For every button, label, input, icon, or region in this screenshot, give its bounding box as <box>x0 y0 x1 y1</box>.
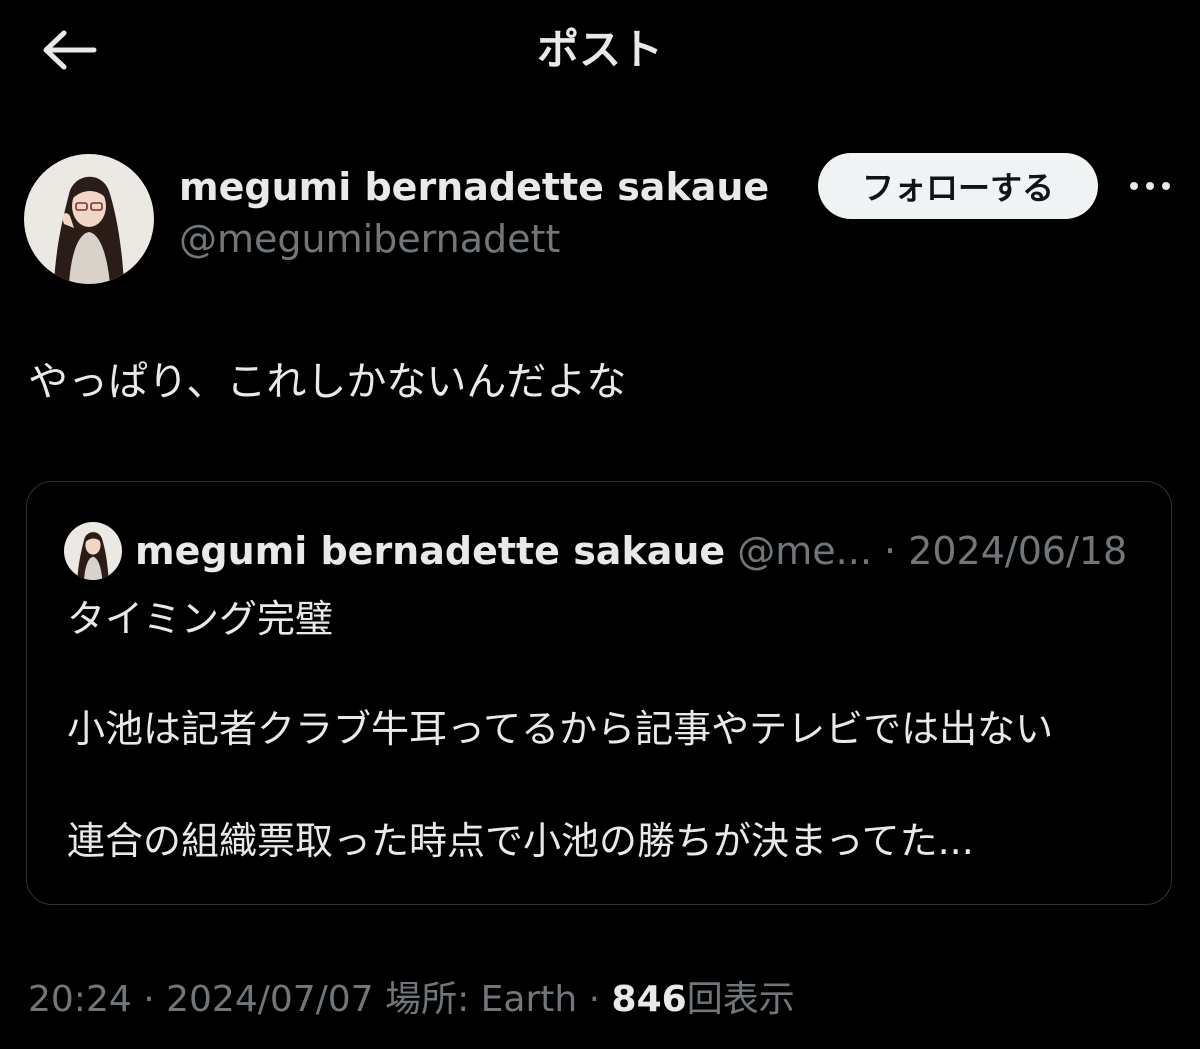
view-count: 846 <box>611 979 687 1020</box>
quote-date: 2024/06/18 <box>908 529 1128 573</box>
author-name[interactable]: megumi bernadette sakaue <box>179 164 769 210</box>
quote-avatar-image <box>64 522 122 580</box>
quote-text-line-3: 連合の組織票取った時点で小池の勝ちが決まってた... <box>67 819 974 863</box>
quote-text-line-2: 小池は記者クラブ牛耳ってるから記事やテレビでは出ない <box>67 707 1054 751</box>
follow-button[interactable]: フォローする <box>818 153 1098 219</box>
quote-text-line-1: タイミング完璧 <box>67 597 334 641</box>
post-text: やっぱり、これしかないんだよな <box>28 359 627 405</box>
author-avatar[interactable] <box>24 154 154 284</box>
post-time[interactable]: 20:24 <box>28 979 132 1020</box>
meta-separator: · <box>143 979 155 1020</box>
post-meta-row: 20:24 · 2024/07/07 場所: Earth · 846回表示 <box>28 975 795 1025</box>
post-date[interactable]: 2024/07/07 <box>166 979 374 1020</box>
meta-separator: · <box>588 979 601 1020</box>
quote-separator: · <box>884 529 897 573</box>
quote-author-avatar <box>64 522 122 580</box>
author-row: megumi bernadette sakaue @megumibernadet… <box>24 150 1176 284</box>
author-handle[interactable]: @megumibernadett <box>179 216 560 262</box>
top-bar: ポスト <box>0 0 1200 100</box>
page-title: ポスト <box>536 25 663 74</box>
more-options-button[interactable] <box>1118 158 1182 214</box>
quote-author-name: megumi bernadette sakaue <box>135 529 726 573</box>
quote-header: megumi bernadette sakaue @me... · 2024/0… <box>135 526 1127 576</box>
avatar-image <box>24 154 154 284</box>
quote-author-handle: @me... <box>737 529 872 573</box>
more-dots-icon <box>1130 182 1170 190</box>
quoted-post-card[interactable]: megumi bernadette sakaue @me... · 2024/0… <box>26 481 1172 905</box>
view-count-label: 回表示 <box>686 979 795 1020</box>
post-location: 場所: Earth <box>385 979 578 1020</box>
